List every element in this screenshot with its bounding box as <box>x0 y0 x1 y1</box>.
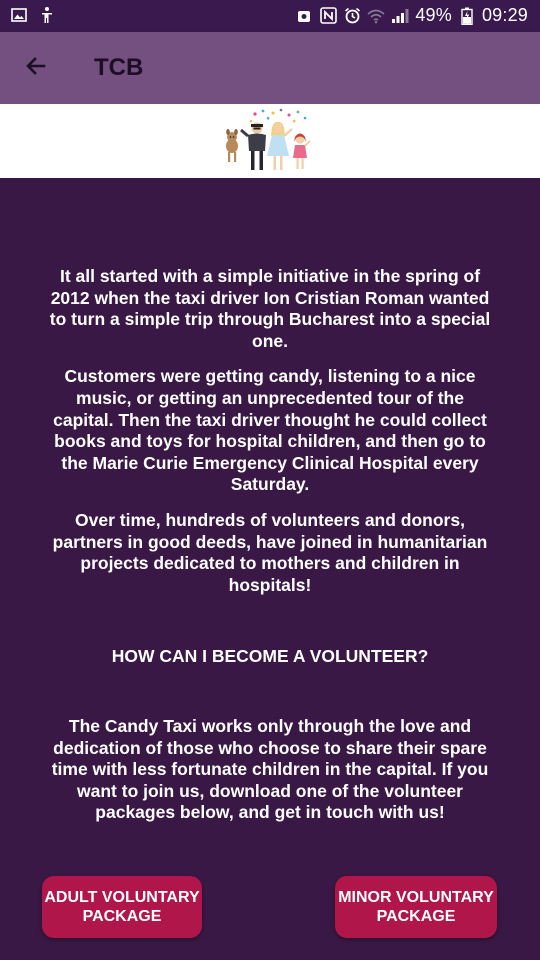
minor-button-label: MINOR VOLUNTARY PACKAGE <box>338 889 494 925</box>
history-paragraph: Customers were getting candy, listening … <box>53 366 487 495</box>
back-button[interactable] <box>18 50 54 86</box>
battery-percent: 49% <box>415 5 452 25</box>
accessibility-icon <box>38 6 56 24</box>
adult-voluntary-package-button[interactable]: ADULT VOLUNTARY PACKAGE <box>42 876 202 938</box>
clock: 09:29 <box>481 5 528 25</box>
status-bar: 49% 09:29 <box>0 0 540 32</box>
banner <box>0 104 540 178</box>
alarm-icon <box>343 7 361 25</box>
content: It all started with a simple initiative … <box>46 266 494 824</box>
nfc-icon <box>319 7 337 25</box>
wifi-icon <box>367 7 385 25</box>
minor-voluntary-package-button[interactable]: MINOR VOLUNTARY PACKAGE <box>335 876 497 938</box>
page-title: TCB <box>94 54 144 81</box>
volunteers-paragraph: Over time, hundreds of volunteers and do… <box>52 509 488 595</box>
screenshot-icon <box>295 7 313 25</box>
family-illustration <box>226 108 311 170</box>
adult-button-label: ADULT VOLUNTARY PACKAGE <box>44 889 200 925</box>
join-paragraph: The Candy Taxi works only through the lo… <box>51 715 489 823</box>
arrow-back-icon <box>24 54 48 83</box>
signal-icon <box>391 7 409 25</box>
battery-icon <box>458 7 476 25</box>
image-icon <box>10 6 28 24</box>
app-bar: TCB <box>0 32 540 104</box>
intro-paragraph: It all started with a simple initiative … <box>49 266 491 351</box>
volunteer-heading: HOW CAN I BECOME A VOLUNTEER? <box>111 646 429 667</box>
